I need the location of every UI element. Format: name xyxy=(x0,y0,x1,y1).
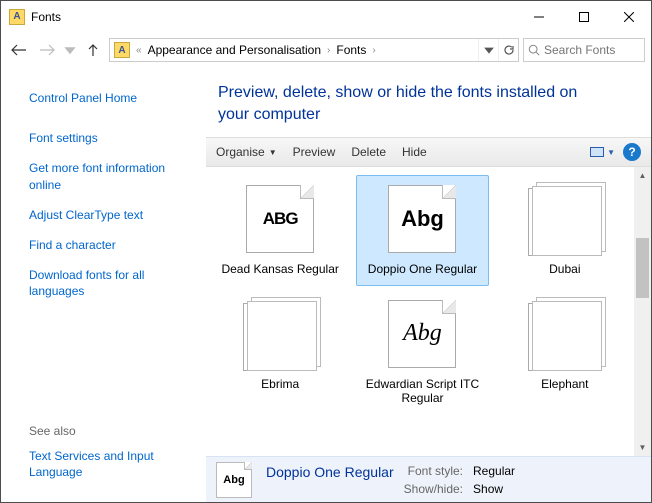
sidebar-link-download-fonts[interactable]: Download fonts for all languages xyxy=(29,263,194,303)
fonts-folder-icon: A xyxy=(114,42,130,58)
details-pane: Abg Doppio One Regular Font style: Regul… xyxy=(206,456,651,502)
nav-bar: A « Appearance and Personalisation › Fon… xyxy=(1,32,651,68)
recent-dropdown[interactable] xyxy=(63,38,77,62)
window-title: Fonts xyxy=(31,10,516,24)
minimize-button[interactable] xyxy=(516,2,561,31)
up-button[interactable] xyxy=(81,38,105,62)
view-options-button[interactable]: ▼ xyxy=(590,147,615,157)
font-item-dubai[interactable]: أب ج Dubai xyxy=(499,175,631,285)
sidebar-link-find-character[interactable]: Find a character xyxy=(29,233,194,257)
sidebar-link-font-settings[interactable]: Font settings xyxy=(29,126,194,150)
details-showhide-value: Show xyxy=(473,482,515,496)
breadcrumb[interactable]: Appearance and Personalisation xyxy=(144,43,325,57)
title-bar: A Fonts xyxy=(1,1,651,32)
font-label: Ebrima xyxy=(261,377,299,391)
font-grid: ABG Dead Kansas Regular Abg Doppio One R… xyxy=(206,167,651,422)
address-bar[interactable]: A « Appearance and Personalisation › Fon… xyxy=(109,38,519,62)
sidebar: Control Panel Home Font settings Get mor… xyxy=(1,68,206,502)
font-label: Dead Kansas Regular xyxy=(221,262,338,276)
font-label: Dubai xyxy=(549,262,580,276)
font-sample: Abg xyxy=(403,320,442,347)
sidebar-link-more-info[interactable]: Get more font information online xyxy=(29,156,194,196)
page-heading: Preview, delete, show or hide the fonts … xyxy=(206,68,651,137)
sidebar-seealso-link[interactable]: Text Services and Input Language xyxy=(29,444,194,484)
font-item-ebrima[interactable]: Abg Ebrima xyxy=(214,290,346,415)
chevron-right-icon: › xyxy=(370,45,377,56)
details-style-value: Regular xyxy=(473,464,515,480)
font-item-doppio-one[interactable]: Abg Doppio One Regular xyxy=(356,175,488,285)
forward-button[interactable] xyxy=(35,38,59,62)
main-panel: Preview, delete, show or hide the fonts … xyxy=(206,68,651,502)
search-input[interactable] xyxy=(544,43,640,57)
address-dropdown[interactable] xyxy=(478,39,498,61)
font-label: Elephant xyxy=(541,377,588,391)
chevron-left-icon: « xyxy=(134,45,144,56)
delete-button[interactable]: Delete xyxy=(351,145,386,159)
font-sample: Abg xyxy=(542,324,581,350)
close-button[interactable] xyxy=(606,2,651,31)
organise-button[interactable]: Organise ▼ xyxy=(216,145,277,159)
scroll-down-icon[interactable]: ▼ xyxy=(634,439,651,456)
font-sample: Abg xyxy=(258,324,297,350)
see-also-label: See also xyxy=(29,424,194,438)
font-sample: Abg xyxy=(401,206,444,232)
font-item-edwardian[interactable]: Abg Edwardian Script ITC Regular xyxy=(356,290,488,415)
breadcrumb[interactable]: Fonts xyxy=(332,43,370,57)
details-showhide-key: Show/hide: xyxy=(404,482,463,496)
control-panel-home-link[interactable]: Control Panel Home xyxy=(29,86,194,110)
maximize-button[interactable] xyxy=(561,2,606,31)
refresh-button[interactable] xyxy=(498,39,518,61)
font-sample: ABG xyxy=(263,209,298,229)
toolbar: Organise ▼ Preview Delete Hide ▼ ? xyxy=(206,137,651,167)
scrollbar-thumb[interactable] xyxy=(636,238,649,298)
hide-button[interactable]: Hide xyxy=(402,145,427,159)
font-sample: أب ج xyxy=(540,210,583,235)
font-label: Doppio One Regular xyxy=(368,262,477,276)
font-label: Edwardian Script ITC Regular xyxy=(361,377,483,406)
scroll-up-icon[interactable]: ▲ xyxy=(634,167,651,184)
details-thumb-icon: Abg xyxy=(216,462,252,498)
help-icon[interactable]: ? xyxy=(623,143,641,161)
font-item-elephant[interactable]: Abg Elephant xyxy=(499,290,631,415)
details-font-name: Doppio One Regular xyxy=(266,464,394,480)
chevron-right-icon: › xyxy=(325,45,332,56)
fonts-folder-icon: A xyxy=(9,9,25,25)
vertical-scrollbar[interactable]: ▲ ▼ xyxy=(634,167,651,456)
back-button[interactable] xyxy=(7,38,31,62)
preview-button[interactable]: Preview xyxy=(293,145,336,159)
search-box[interactable] xyxy=(523,38,645,62)
sidebar-link-cleartype[interactable]: Adjust ClearType text xyxy=(29,203,194,227)
font-item-dead-kansas[interactable]: ABG Dead Kansas Regular xyxy=(214,175,346,285)
details-style-key: Font style: xyxy=(404,464,463,480)
